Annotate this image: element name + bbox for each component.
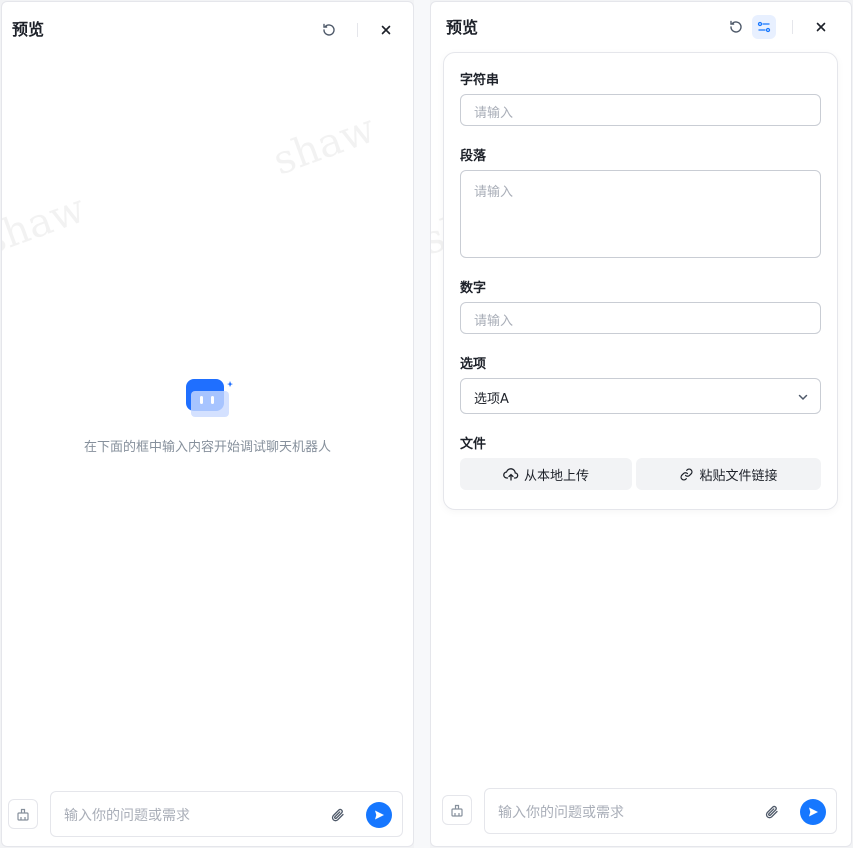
send-button[interactable] [366, 802, 392, 828]
resize-divider[interactable] [414, 0, 435, 848]
file-label: 文件 [460, 437, 487, 452]
chat-input-placeholder: 输入你的问题或需求 [64, 808, 190, 824]
panel-title: 预览 [446, 18, 479, 37]
string-input[interactable]: 请输入 [460, 94, 821, 126]
settings-sliders-icon [757, 21, 771, 33]
paperclip-icon [765, 805, 778, 819]
empty-message: 在下面的框中输入内容开始调试聊天机器人 [83, 440, 331, 455]
broom-icon [451, 804, 463, 817]
string-label: 字符串 [460, 73, 500, 88]
select-label: 选项 [460, 357, 487, 372]
bot-icon [185, 379, 233, 417]
paragraph-textarea[interactable]: 请输入 [460, 170, 821, 258]
number-input-placeholder: 请输入 [474, 314, 514, 329]
watermark: shaw [1, 185, 92, 265]
paste-link-button[interactable]: 粘贴文件链接 [636, 458, 821, 490]
send-button[interactable] [800, 799, 826, 825]
left-preview-panel: shaw shaw 预览 在下面的框中输入内容开始调试聊天机器人 输入你的问题或… [1, 1, 414, 847]
select-value: 选项A [474, 392, 509, 407]
number-label: 数字 [460, 281, 487, 296]
number-input[interactable]: 请输入 [460, 302, 821, 334]
paragraph-placeholder: 请输入 [474, 185, 514, 200]
chat-input-placeholder: 输入你的问题或需求 [498, 805, 624, 821]
upload-local-label: 从本地上传 [523, 468, 589, 484]
upload-local-button[interactable]: 从本地上传 [460, 458, 632, 490]
chat-input[interactable]: 输入你的问题或需求 [484, 788, 837, 834]
refresh-button[interactable] [317, 18, 341, 42]
refresh-icon [730, 20, 742, 33]
send-icon [809, 807, 818, 817]
empty-state: 在下面的框中输入内容开始调试聊天机器人 [2, 378, 413, 455]
link-icon [680, 467, 693, 481]
paperclip-icon [331, 808, 344, 822]
attach-button[interactable] [762, 802, 782, 822]
watermark: shaw [267, 105, 382, 185]
clear-history-button[interactable] [8, 799, 38, 829]
paragraph-label: 段落 [460, 149, 487, 164]
close-icon [381, 25, 391, 35]
paste-link-label: 粘贴文件链接 [699, 468, 778, 484]
string-input-placeholder: 请输入 [474, 106, 514, 121]
broom-icon [17, 808, 29, 821]
right-preview-panel: shaw shaw 预览 字符串 请输入 段落 请输入 数字 请输入 选项 选项 [430, 1, 852, 847]
chevron-down-icon [798, 394, 808, 401]
send-icon [375, 810, 384, 820]
option-select[interactable]: 选项A [460, 378, 821, 414]
refresh-icon [323, 23, 335, 36]
close-button[interactable] [374, 18, 398, 42]
panel-title: 预览 [12, 20, 45, 39]
close-icon [816, 22, 826, 32]
refresh-button[interactable] [724, 15, 748, 39]
chat-input[interactable]: 输入你的问题或需求 [50, 791, 403, 837]
separator [357, 23, 358, 37]
separator [792, 20, 793, 34]
attach-button[interactable] [328, 805, 348, 825]
close-button[interactable] [809, 15, 833, 39]
variables-form: 字符串 请输入 段落 请输入 数字 请输入 选项 选项A 文件 从本地上传 粘贴… [443, 52, 838, 510]
cloud-upload-icon [503, 468, 519, 481]
clear-history-button[interactable] [442, 795, 472, 825]
variables-settings-button[interactable] [752, 15, 776, 39]
